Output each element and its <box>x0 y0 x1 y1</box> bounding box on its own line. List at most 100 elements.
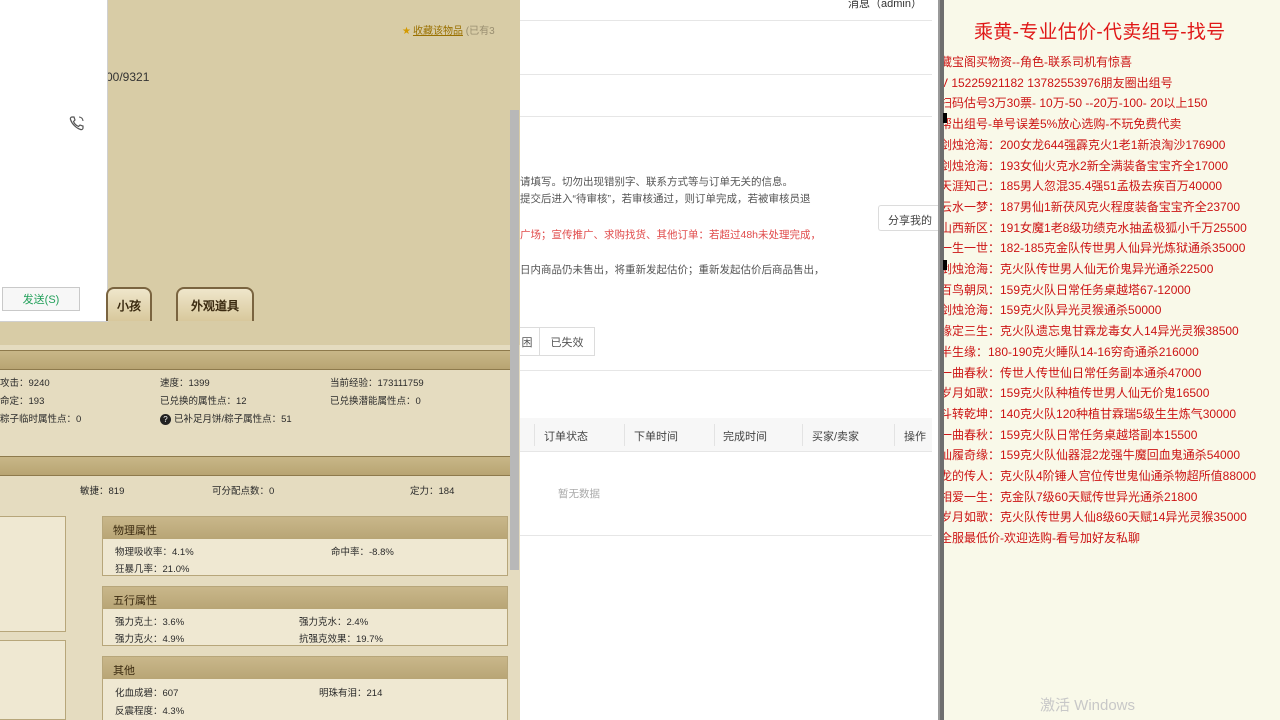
left-attr-box-2 <box>0 640 66 720</box>
listing-line: 云水一梦：187男仙1新茯风克火程度装备宝宝齐全23700 <box>944 199 1241 214</box>
listing-line: 相爱一生：克金队7级60天赋传世异光通杀21800 <box>944 489 1198 504</box>
line-marker <box>943 260 947 270</box>
tab-expired[interactable]: 已失效 <box>539 327 595 356</box>
listing-lines: 藏宝阁买物资--角色-联系司机有惊喜 V 15225921182 1378255… <box>944 52 1256 549</box>
physical-attributes-title: 物理属性 <box>103 517 507 539</box>
attributes-header-bar <box>0 456 510 476</box>
left-attr-box <box>0 516 66 632</box>
favorite-item-link[interactable]: ★ 收藏该物品 (已有3 <box>402 22 495 37</box>
column-separator <box>534 424 535 446</box>
divider <box>520 20 932 21</box>
send-button[interactable]: 发送(S) <box>2 287 80 311</box>
empty-state-text: 暂无数据 <box>558 488 600 500</box>
windows-activation-watermark: 激活 Windows <box>1040 697 1136 714</box>
stat-vs-water: 强力克水：2.4% <box>299 617 369 628</box>
chat-window: 发送(S) <box>0 0 108 322</box>
listing-line: 山西新区：191女魔1老8级功绩克水抽孟极狐小千万25500 <box>944 220 1247 235</box>
stat-assignable-points: 可分配点数：0 <box>212 486 275 497</box>
listing-line: 斗转乾坤：140克火队120种植甘霖瑞5级生生炼气30000 <box>944 406 1237 421</box>
column-separator <box>894 424 895 446</box>
listing-line: 一曲春秋：传世人传世仙日常任务副本通杀47000 <box>944 365 1202 380</box>
listing-line: 半生缘：180-190克火睡队14-16穷奇通杀216000 <box>944 344 1199 359</box>
instruction-note-2: 提交后进入“待审核”，若审核通过，则订单完成，若被审核员退 <box>520 193 811 205</box>
stat-composure: 定力：184 <box>410 486 455 497</box>
stat-current-exp: 当前经验：173111759 <box>330 378 424 389</box>
listing-line: 剑烛沧海：200女龙644强霹克火1老1新浪淘沙176900 <box>944 137 1226 152</box>
stat-agility: 敏捷：819 <box>80 486 125 497</box>
listing-line: 扫码估号3万30票- 10万-50 --20万-100- 20以上150 <box>944 96 1208 111</box>
stat-counter-shock: 反震程度：4.3% <box>115 706 185 717</box>
column-complete-time: 完成时间 <box>723 431 767 443</box>
listing-line: 龙的传人：克火队4阶锤人宫位传世鬼仙通杀物超所值88000 <box>944 469 1257 484</box>
listing-line: 剑烛沧海：159克火队异光灵猴通杀50000 <box>944 303 1162 318</box>
instruction-note-1: 请填写。切勿出现错别字、联系方式等与订单无关的信息。 <box>520 176 793 188</box>
tab-partial[interactable]: 困 <box>520 327 540 356</box>
listing-line: V 15225921182 13782553976朋友圈出组号 <box>944 75 1173 90</box>
column-separator <box>802 424 803 446</box>
column-order-time: 下单时间 <box>634 431 678 443</box>
stat-exchanged-points: 已兑换的属性点：12 <box>160 396 247 407</box>
favorite-count: (已有3 <box>465 26 495 37</box>
listing-line: 帮出组号-单号误差5%放心选购-不玩免费代卖 <box>944 117 1182 132</box>
column-actions: 操作 <box>904 431 926 443</box>
physical-attributes-box: 物理属性 物理吸收率：4.1% 命中率：-8.8% 狂暴几率：21.0% <box>102 516 508 576</box>
listing-line: 剑烛沧海：克火队传世男人仙无价鬼异光通杀22500 <box>944 262 1214 277</box>
stat-vs-earth: 强力克土：3.6% <box>115 617 185 628</box>
stat-filled-points: ? 已补足月饼/粽子属性点：51 <box>160 411 292 425</box>
stat-fate: 命定：193 <box>0 396 45 407</box>
stat-temp-points: 粽子临时属性点：0 <box>0 414 82 425</box>
game-scrollbar[interactable] <box>510 110 519 570</box>
help-icon[interactable]: ? <box>160 414 171 425</box>
five-elements-title: 五行属性 <box>103 587 507 609</box>
favorite-star-icon: ★ <box>402 26 411 37</box>
instruction-note-3: 广场；宣传推广、求购找货、其他订单：若超过48h未处理完成， <box>520 229 822 241</box>
order-page: 消息（admin） 请填写。切勿出现错别字、联系方式等与订单无关的信息。 提交后… <box>520 0 940 720</box>
stat-hit-rate: 命中率：-8.8% <box>331 547 394 558</box>
listing-line: 剑烛沧海：193女仙火克水2新全满装备宝宝齐全17000 <box>944 158 1229 173</box>
listing-title: 乘黄-专业估价-代卖组号-找号 <box>974 22 1226 43</box>
other-attributes-box: 其他 化血成碧：607 明珠有泪：214 反震程度：4.3% <box>102 656 508 720</box>
listing-line: 百鸟朝凤：159克火队日常任务桌越塔67-12000 <box>944 282 1191 297</box>
stat-speed: 速度：1399 <box>160 378 210 389</box>
listing-line: 缘定三生：克火队遗忘鬼甘霖龙毒女人14异光灵猴38500 <box>944 324 1239 339</box>
column-separator <box>624 424 625 446</box>
stats-header-bar <box>0 350 510 370</box>
divider <box>520 116 932 117</box>
divider <box>520 535 932 536</box>
stat-attack: 攻击：9240 <box>0 378 50 389</box>
listing-line: 岁月如歌：159克火队种植传世男人仙无价鬼16500 <box>944 386 1210 401</box>
stat-exchanged-potential: 已兑换潜能属性点：0 <box>330 396 421 407</box>
stat-blood-jade: 化血成碧：607 <box>115 688 179 699</box>
phone-icon[interactable] <box>68 114 86 132</box>
listing-line: 一生一世：182-185克金队传世男人仙异光炼狱通杀35000 <box>944 241 1246 256</box>
stat-frenzy-rate: 狂暴几率：21.0% <box>115 564 190 575</box>
listing-line: 仙履奇缘：159克火队仙器混2龙强牛魔回血鬼通杀54000 <box>944 448 1241 463</box>
stat-resist-counter: 抗强克效果：19.7% <box>299 634 383 645</box>
line-marker <box>943 113 947 123</box>
divider <box>520 74 932 75</box>
column-order-status: 订单状态 <box>544 431 588 443</box>
game-window: ★ 收藏该物品 (已有3 00/9321 发送(S) 小孩 外观道具 攻击：924… <box>0 0 520 720</box>
share-button[interactable]: 分享我的 <box>878 205 938 231</box>
item-count-text: 00/9321 <box>106 70 150 84</box>
listing-line: 岁月如歌：克火队传世男人仙8级60天赋14异光灵猴35000 <box>944 510 1247 525</box>
stat-physical-absorb: 物理吸收率：4.1% <box>115 547 194 558</box>
listing-overlay: 乘黄-专业估价-代卖组号-找号 藏宝阁买物资--角色-联系司机有惊喜 V 152… <box>944 0 1280 720</box>
listing-line: 藏宝阁买物资--角色-联系司机有惊喜 <box>944 55 1132 69</box>
listing-line: 一曲春秋：159克火队日常任务桌越塔副本15500 <box>944 427 1198 442</box>
tab-child[interactable]: 小孩 <box>106 287 152 321</box>
stat-filled-points-label: 已补足月饼/粽子属性点：51 <box>174 414 292 425</box>
five-elements-box: 五行属性 强力克土：3.6% 强力克水：2.4% 强力克火：4.9% 抗强克效果… <box>102 586 508 646</box>
instruction-note-4: 日内商品仍未售出，将重新发起估价；重新发起估价后商品售出， <box>520 264 825 276</box>
other-attributes-title: 其他 <box>103 657 507 679</box>
message-header[interactable]: 消息（admin） <box>848 0 922 11</box>
orders-table-header: 订单状态 下单时间 完成时间 买家/卖家 操作 <box>520 418 932 452</box>
column-buyer-seller: 买家/卖家 <box>812 431 860 443</box>
stat-pearl-tears: 明珠有泪：214 <box>319 688 383 699</box>
tab-appearance-items[interactable]: 外观道具 <box>176 287 254 321</box>
stat-vs-fire: 强力克火：4.9% <box>115 634 185 645</box>
divider <box>520 370 932 371</box>
listing-line: 天涯知己：185男人忽混35.4强51孟极去疾百万40000 <box>944 179 1223 194</box>
favorite-label[interactable]: 收藏该物品 <box>413 26 463 37</box>
listing-line: 全服最低价-欢迎选购-看号加好友私聊 <box>944 531 1140 546</box>
